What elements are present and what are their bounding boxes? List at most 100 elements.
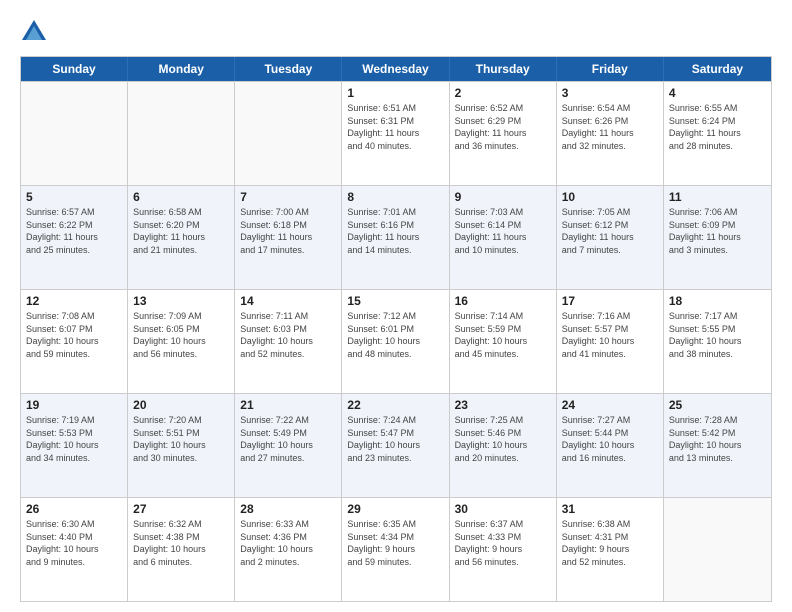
- cal-cell-7: 7 Sunrise: 7:00 AM Sunset: 6:18 PM Daylig…: [235, 186, 342, 289]
- cell-day-number: 19: [26, 398, 122, 412]
- logo: [20, 18, 52, 46]
- cal-cell-5: 5 Sunrise: 6:57 AM Sunset: 6:22 PM Daylig…: [21, 186, 128, 289]
- cell-day-number: 16: [455, 294, 551, 308]
- cal-cell-16: 16 Sunrise: 7:14 AM Sunset: 5:59 PM Dayli…: [450, 290, 557, 393]
- cell-day-number: 29: [347, 502, 443, 516]
- cell-day-number: 13: [133, 294, 229, 308]
- cell-day-number: 1: [347, 86, 443, 100]
- cal-cell-12: 12 Sunrise: 7:08 AM Sunset: 6:07 PM Dayli…: [21, 290, 128, 393]
- cell-day-number: 18: [669, 294, 766, 308]
- cal-header-saturday: Saturday: [664, 57, 771, 81]
- cell-day-number: 25: [669, 398, 766, 412]
- cell-info: Sunrise: 6:54 AM Sunset: 6:26 PM Dayligh…: [562, 102, 658, 152]
- cell-info: Sunrise: 7:00 AM Sunset: 6:18 PM Dayligh…: [240, 206, 336, 256]
- cal-row-1: 5 Sunrise: 6:57 AM Sunset: 6:22 PM Daylig…: [21, 185, 771, 289]
- cal-header-sunday: Sunday: [21, 57, 128, 81]
- cell-day-number: 27: [133, 502, 229, 516]
- cal-cell-22: 22 Sunrise: 7:24 AM Sunset: 5:47 PM Dayli…: [342, 394, 449, 497]
- cal-cell-20: 20 Sunrise: 7:20 AM Sunset: 5:51 PM Dayli…: [128, 394, 235, 497]
- cell-info: Sunrise: 7:17 AM Sunset: 5:55 PM Dayligh…: [669, 310, 766, 360]
- cal-cell-empty-0-0: [21, 82, 128, 185]
- cell-day-number: 14: [240, 294, 336, 308]
- cal-cell-10: 10Sunrise: 7:05 AM Sunset: 6:12 PM Dayli…: [557, 186, 664, 289]
- logo-icon: [20, 18, 48, 46]
- cell-info: Sunrise: 7:27 AM Sunset: 5:44 PM Dayligh…: [562, 414, 658, 464]
- cal-cell-31: 31 Sunrise: 6:38 AM Sunset: 4:31 PM Dayli…: [557, 498, 664, 601]
- cell-day-number: 30: [455, 502, 551, 516]
- cell-day-number: 10: [562, 190, 658, 204]
- cell-info: Sunrise: 6:37 AM Sunset: 4:33 PM Dayligh…: [455, 518, 551, 568]
- cell-info: Sunrise: 7:08 AM Sunset: 6:07 PM Dayligh…: [26, 310, 122, 360]
- cell-info: Sunrise: 6:55 AM Sunset: 6:24 PM Dayligh…: [669, 102, 766, 152]
- cal-header-wednesday: Wednesday: [342, 57, 449, 81]
- cell-day-number: 21: [240, 398, 336, 412]
- cal-cell-29: 29Sunrise: 6:35 AM Sunset: 4:34 PM Dayli…: [342, 498, 449, 601]
- cell-info: Sunrise: 7:20 AM Sunset: 5:51 PM Dayligh…: [133, 414, 229, 464]
- cell-info: Sunrise: 7:22 AM Sunset: 5:49 PM Dayligh…: [240, 414, 336, 464]
- cal-cell-18: 18 Sunrise: 7:17 AM Sunset: 5:55 PM Dayli…: [664, 290, 771, 393]
- cell-info: Sunrise: 6:30 AM Sunset: 4:40 PM Dayligh…: [26, 518, 122, 568]
- cal-cell-empty-4-6: [664, 498, 771, 601]
- cell-day-number: 6: [133, 190, 229, 204]
- cell-day-number: 31: [562, 502, 658, 516]
- cell-day-number: 17: [562, 294, 658, 308]
- cell-day-number: 20: [133, 398, 229, 412]
- cal-cell-4: 4 Sunrise: 6:55 AM Sunset: 6:24 PM Daylig…: [664, 82, 771, 185]
- cell-info: Sunrise: 6:52 AM Sunset: 6:29 PM Dayligh…: [455, 102, 551, 152]
- cal-cell-27: 27 Sunrise: 6:32 AM Sunset: 4:38 PM Dayli…: [128, 498, 235, 601]
- calendar-body: 1 Sunrise: 6:51 AM Sunset: 6:31 PM Daylig…: [21, 81, 771, 601]
- cal-header-friday: Friday: [557, 57, 664, 81]
- cell-info: Sunrise: 7:11 AM Sunset: 6:03 PM Dayligh…: [240, 310, 336, 360]
- cell-day-number: 2: [455, 86, 551, 100]
- cell-info: Sunrise: 7:25 AM Sunset: 5:46 PM Dayligh…: [455, 414, 551, 464]
- cell-info: Sunrise: 6:51 AM Sunset: 6:31 PM Dayligh…: [347, 102, 443, 152]
- page: SundayMondayTuesdayWednesdayThursdayFrid…: [0, 0, 792, 612]
- cell-info: Sunrise: 7:16 AM Sunset: 5:57 PM Dayligh…: [562, 310, 658, 360]
- cell-info: Sunrise: 7:12 AM Sunset: 6:01 PM Dayligh…: [347, 310, 443, 360]
- cal-header-monday: Monday: [128, 57, 235, 81]
- cal-cell-25: 25 Sunrise: 7:28 AM Sunset: 5:42 PM Dayli…: [664, 394, 771, 497]
- calendar-header: SundayMondayTuesdayWednesdayThursdayFrid…: [21, 57, 771, 81]
- cell-info: Sunrise: 7:14 AM Sunset: 5:59 PM Dayligh…: [455, 310, 551, 360]
- cell-info: Sunrise: 7:24 AM Sunset: 5:47 PM Dayligh…: [347, 414, 443, 464]
- cal-cell-empty-0-2: [235, 82, 342, 185]
- cal-cell-30: 30 Sunrise: 6:37 AM Sunset: 4:33 PM Dayli…: [450, 498, 557, 601]
- cal-cell-2: 2 Sunrise: 6:52 AM Sunset: 6:29 PM Daylig…: [450, 82, 557, 185]
- cell-day-number: 11: [669, 190, 766, 204]
- cell-info: Sunrise: 6:32 AM Sunset: 4:38 PM Dayligh…: [133, 518, 229, 568]
- cell-info: Sunrise: 6:57 AM Sunset: 6:22 PM Dayligh…: [26, 206, 122, 256]
- header: [20, 18, 772, 46]
- cell-day-number: 8: [347, 190, 443, 204]
- cell-day-number: 7: [240, 190, 336, 204]
- cell-day-number: 22: [347, 398, 443, 412]
- cal-cell-23: 23 Sunrise: 7:25 AM Sunset: 5:46 PM Dayli…: [450, 394, 557, 497]
- cal-row-2: 12 Sunrise: 7:08 AM Sunset: 6:07 PM Dayli…: [21, 289, 771, 393]
- cal-cell-3: 3Sunrise: 6:54 AM Sunset: 6:26 PM Daylig…: [557, 82, 664, 185]
- cal-cell-14: 14 Sunrise: 7:11 AM Sunset: 6:03 PM Dayli…: [235, 290, 342, 393]
- cal-cell-26: 26 Sunrise: 6:30 AM Sunset: 4:40 PM Dayli…: [21, 498, 128, 601]
- cal-cell-24: 24 Sunrise: 7:27 AM Sunset: 5:44 PM Dayli…: [557, 394, 664, 497]
- cell-info: Sunrise: 7:03 AM Sunset: 6:14 PM Dayligh…: [455, 206, 551, 256]
- cell-day-number: 9: [455, 190, 551, 204]
- cal-row-3: 19 Sunrise: 7:19 AM Sunset: 5:53 PM Dayli…: [21, 393, 771, 497]
- cal-cell-6: 6 Sunrise: 6:58 AM Sunset: 6:20 PM Daylig…: [128, 186, 235, 289]
- cal-cell-19: 19 Sunrise: 7:19 AM Sunset: 5:53 PM Dayli…: [21, 394, 128, 497]
- cell-info: Sunrise: 6:38 AM Sunset: 4:31 PM Dayligh…: [562, 518, 658, 568]
- cell-info: Sunrise: 6:33 AM Sunset: 4:36 PM Dayligh…: [240, 518, 336, 568]
- cal-cell-9: 9 Sunrise: 7:03 AM Sunset: 6:14 PM Daylig…: [450, 186, 557, 289]
- cell-day-number: 5: [26, 190, 122, 204]
- cell-day-number: 26: [26, 502, 122, 516]
- cell-day-number: 24: [562, 398, 658, 412]
- cal-header-tuesday: Tuesday: [235, 57, 342, 81]
- cell-info: Sunrise: 6:58 AM Sunset: 6:20 PM Dayligh…: [133, 206, 229, 256]
- cell-day-number: 23: [455, 398, 551, 412]
- cell-info: Sunrise: 7:06 AM Sunset: 6:09 PM Dayligh…: [669, 206, 766, 256]
- cal-cell-empty-0-1: [128, 82, 235, 185]
- cell-day-number: 4: [669, 86, 766, 100]
- cell-day-number: 28: [240, 502, 336, 516]
- cell-info: Sunrise: 7:28 AM Sunset: 5:42 PM Dayligh…: [669, 414, 766, 464]
- cal-cell-1: 1 Sunrise: 6:51 AM Sunset: 6:31 PM Daylig…: [342, 82, 449, 185]
- cell-info: Sunrise: 7:19 AM Sunset: 5:53 PM Dayligh…: [26, 414, 122, 464]
- cell-day-number: 12: [26, 294, 122, 308]
- cal-cell-21: 21 Sunrise: 7:22 AM Sunset: 5:49 PM Dayli…: [235, 394, 342, 497]
